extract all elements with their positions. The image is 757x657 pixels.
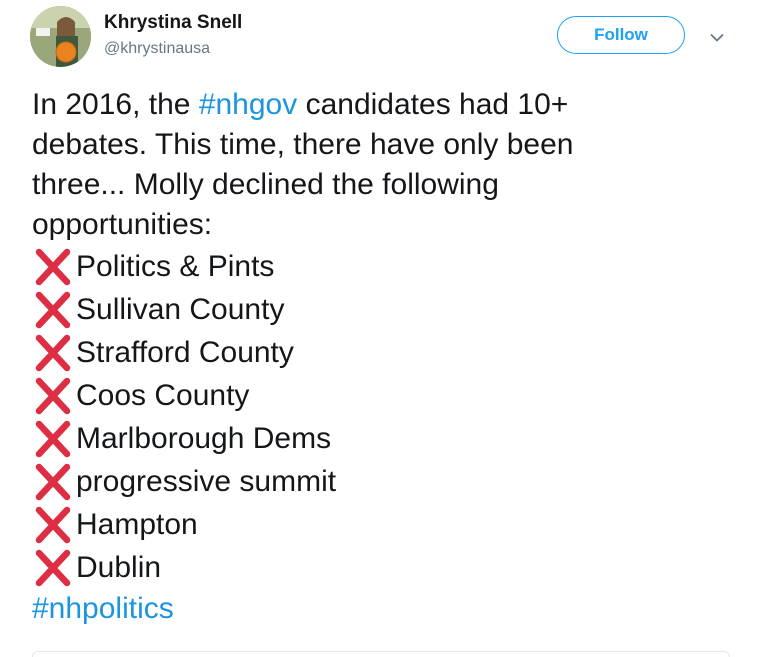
list-item: Politics & Pints	[32, 245, 732, 288]
avatar[interactable]	[30, 6, 91, 67]
hashtag-nhgov-link[interactable]: #nhgov	[199, 88, 297, 121]
cross-mark-icon	[33, 462, 73, 502]
list-item-label: Sullivan County	[76, 293, 285, 326]
cross-mark-icon	[33, 247, 73, 287]
user-avatar-photo	[30, 6, 91, 67]
list-item-label: Marlborough Dems	[76, 422, 332, 455]
list-item: Strafford County	[32, 331, 732, 374]
list-item: Dublin	[32, 546, 732, 589]
cross-mark-icon	[33, 290, 73, 330]
cross-mark-icon	[33, 333, 73, 373]
tweet-line-4: opportunities:	[32, 208, 213, 241]
list-item: Sullivan County	[32, 288, 732, 331]
list-item-label: Coos County	[76, 379, 250, 412]
tweet-line-3: three... Molly declined the following	[32, 168, 499, 201]
list-item-label: Politics & Pints	[76, 250, 275, 283]
list-item: Marlborough Dems	[32, 417, 732, 460]
list-item: Hampton	[32, 503, 732, 546]
list-item-label: Strafford County	[76, 336, 294, 369]
tweet-text-segment: In 2016, the	[32, 88, 199, 121]
tweet-text-segment: candidates had 10+	[297, 88, 569, 121]
media-card	[32, 651, 730, 657]
follow-button[interactable]: Follow	[557, 16, 685, 54]
hashtag-nhpolitics-link[interactable]: #nhpolitics	[32, 592, 174, 625]
cross-mark-icon	[33, 376, 73, 416]
list-item: progressive summit	[32, 460, 732, 503]
tweet-line-1: In 2016, the #nhgov candidates had 10+	[32, 85, 732, 125]
chevron-down-icon[interactable]	[710, 30, 724, 42]
declined-list: Politics & Pints Sullivan County Strafford…	[32, 245, 732, 589]
cross-mark-icon	[33, 548, 73, 588]
display-name[interactable]: Khrystina Snell	[104, 12, 242, 34]
cross-mark-icon	[33, 505, 73, 545]
list-item: Coos County	[32, 374, 732, 417]
cross-mark-icon	[33, 419, 73, 459]
list-item-label: progressive summit	[76, 465, 337, 498]
list-item-label: Hampton	[76, 508, 198, 541]
tweet-hashtag-line: #nhpolitics	[32, 589, 732, 629]
tweet-text: In 2016, the #nhgov candidates had 10+ d…	[32, 85, 732, 629]
tweet-line-2: debates. This time, there have only been	[32, 128, 574, 161]
list-item-label: Dublin	[76, 551, 162, 584]
user-handle[interactable]: @khrystinausa	[104, 40, 210, 58]
